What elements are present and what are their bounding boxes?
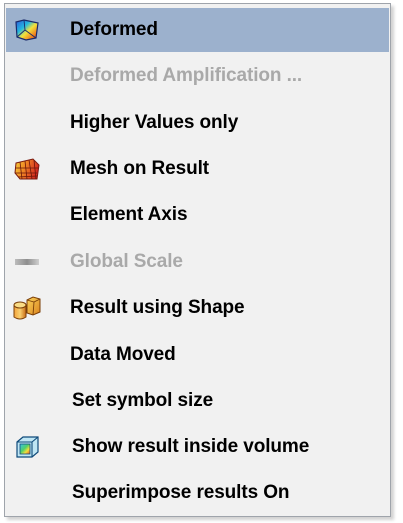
menu-item-label: Show result inside volume	[72, 436, 310, 457]
global-scale-icon	[12, 248, 42, 276]
menu-item-label: Deformed	[70, 19, 158, 40]
menu-item-data-moved[interactable]: Data Moved	[6, 333, 389, 377]
menu-item-label: Set symbol size	[72, 390, 214, 411]
menu-item-show-result-inside-volume[interactable]: Show result inside volume	[6, 425, 389, 469]
menu-item-deformed[interactable]: Deformed	[6, 8, 389, 52]
result-shape-icon	[12, 294, 42, 322]
context-menu: Deformed Deformed Amplification ... High…	[4, 3, 391, 517]
menu-item-label: Higher Values only	[70, 112, 239, 133]
menu-item-result-using-shape[interactable]: Result using Shape	[6, 286, 389, 330]
menu-item-superimpose-results-on[interactable]: Superimpose results On	[6, 471, 389, 515]
menu-item-label: Data Moved	[70, 344, 176, 365]
menu-item-label: Global Scale	[70, 251, 183, 272]
menu-item-set-symbol-size[interactable]: Set symbol size	[6, 379, 389, 423]
menu-item-label: Mesh on Result	[70, 158, 210, 179]
menu-item-global-scale[interactable]: Global Scale	[6, 240, 389, 284]
menu-item-label: Deformed Amplification ...	[70, 65, 303, 86]
menu-item-label: Superimpose results On	[72, 482, 290, 503]
menu-item-label: Element Axis	[70, 204, 188, 225]
volume-cube-icon	[12, 433, 42, 461]
menu-item-element-axis[interactable]: Element Axis	[6, 193, 389, 237]
menu-item-mesh-on-result[interactable]: Mesh on Result	[6, 147, 389, 191]
menu-item-higher-values-only[interactable]: Higher Values only	[6, 101, 389, 145]
mesh-result-icon	[12, 155, 42, 183]
menu-item-deformed-amplification[interactable]: Deformed Amplification ...	[6, 54, 389, 98]
deformed-shape-icon	[12, 16, 42, 44]
menu-item-label: Result using Shape	[70, 297, 245, 318]
